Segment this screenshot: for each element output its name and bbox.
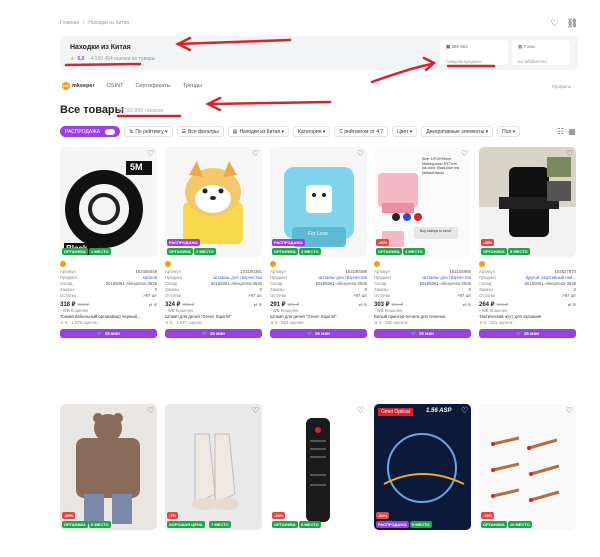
arrow-annotation (370, 62, 434, 84)
arrow-annotation (176, 38, 292, 46)
annotation-overlay (64, 36, 496, 118)
underline-annotation (64, 62, 142, 67)
arrow-annotation (208, 100, 332, 106)
